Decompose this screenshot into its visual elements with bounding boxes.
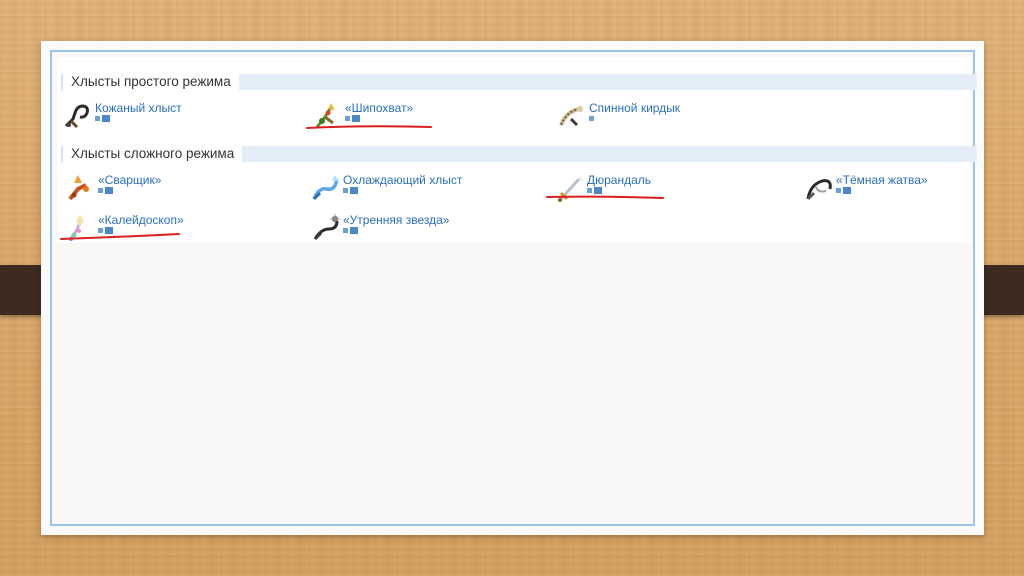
item-name[interactable]: «Калейдоскоп»	[98, 213, 184, 227]
kaleidoscope-icon	[68, 215, 84, 241]
spinal-tap-icon	[559, 106, 583, 127]
item-name[interactable]: Дюрандаль	[587, 173, 651, 187]
platform-icons	[836, 187, 851, 194]
item-name[interactable]: Кожаный хлыст	[95, 101, 182, 115]
leather-whip-icon	[64, 104, 89, 129]
item-name[interactable]: «Шипохват»	[345, 101, 413, 115]
snapthorn-icon	[315, 103, 335, 128]
morning-star-icon	[313, 214, 340, 241]
item-name[interactable]: Спинной кирдык	[589, 101, 680, 115]
platform-icons	[95, 115, 110, 122]
section-header-expert: Хлысты сложного режима	[61, 146, 977, 162]
platform-icons	[345, 115, 360, 122]
platform-icons	[98, 227, 113, 234]
durendal-icon	[558, 176, 583, 202]
platform-icons	[587, 187, 602, 194]
item-name[interactable]: «Утренняя звезда»	[343, 213, 449, 227]
section-title: Хлысты простого режима	[61, 74, 239, 90]
dark-harvest-icon	[806, 179, 832, 201]
table-frame: Хлысты простого режима Кожаный хлыст «Ши…	[50, 50, 977, 526]
section-header-normal: Хлысты простого режима	[61, 74, 977, 90]
item-name[interactable]: «Тёмная жатва»	[836, 173, 928, 187]
item-name[interactable]: «Сварщик»	[98, 173, 161, 187]
platform-icons	[589, 116, 594, 121]
firecracker-icon	[68, 175, 89, 201]
platform-icons	[343, 187, 358, 194]
whip-table: Хлысты простого режима Кожаный хлыст «Ши…	[57, 57, 977, 243]
cool-whip-icon	[312, 175, 339, 201]
section-title: Хлысты сложного режима	[61, 146, 243, 162]
platform-icons	[343, 227, 358, 234]
item-name[interactable]: Охлаждающий хлыст	[343, 173, 462, 187]
platform-icons	[98, 187, 113, 194]
paper-sheet: Хлысты простого режима Кожаный хлыст «Ши…	[41, 41, 984, 535]
